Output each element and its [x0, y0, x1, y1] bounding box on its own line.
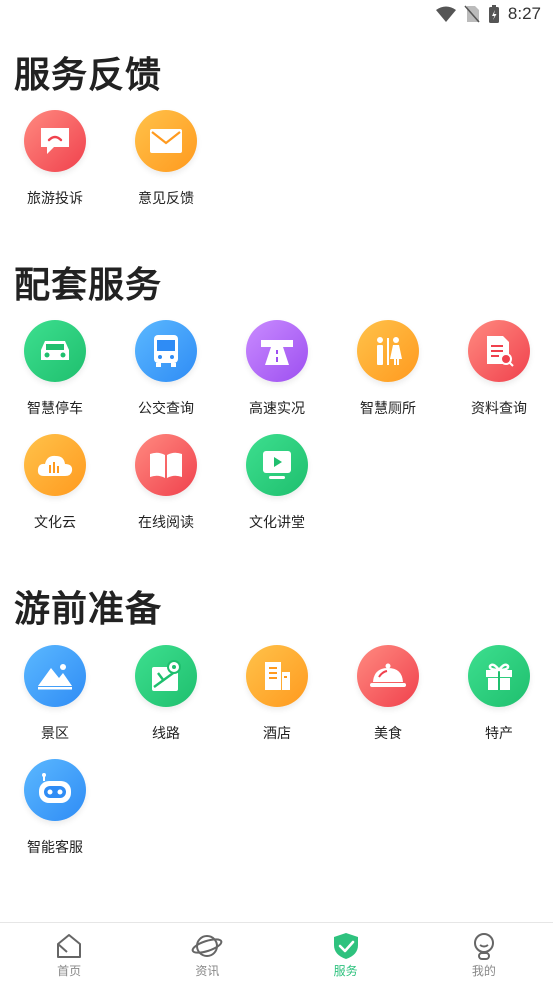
service-item-document-query[interactable]: 资料查询: [444, 320, 553, 418]
video-lecture-icon: [246, 434, 308, 496]
planet-icon: [192, 935, 223, 957]
shield-check-icon: [333, 933, 358, 959]
service-item-specialty[interactable]: 特产: [444, 645, 553, 743]
service-item-label: 在线阅读: [138, 515, 194, 531]
bus-icon: [135, 320, 197, 382]
service-item-label: 美食: [374, 726, 402, 742]
service-item-highway-status[interactable]: 高速实况: [222, 320, 332, 418]
status-bar: 8:27: [0, 0, 553, 32]
service-item-label: 文化云: [34, 515, 76, 531]
service-item-label: 智慧停车: [27, 401, 83, 417]
nav-profile[interactable]: 我的: [415, 923, 553, 983]
nav-news[interactable]: 资讯: [138, 923, 276, 983]
service-item-label: 智能客服: [27, 840, 83, 856]
service-item-label: 资料查询: [471, 401, 527, 417]
nav-profile-label: 我的: [471, 964, 496, 978]
nav-service[interactable]: 服务: [277, 923, 415, 983]
document-search-icon: [468, 320, 530, 382]
home-icon: [57, 934, 82, 958]
section-title-feedback: 服务反馈: [14, 55, 163, 96]
service-item-label: 文化讲堂: [249, 515, 305, 531]
section-title-support: 配套服务: [14, 265, 163, 306]
status-time: 8:27: [507, 4, 541, 23]
bottom-nav: 首页 资讯 服务 我的: [0, 922, 553, 983]
scenic-mountain-icon: [24, 645, 86, 707]
car-icon: [24, 320, 86, 382]
chat-complaint-icon: [24, 110, 86, 172]
service-item-label: 酒店: [263, 726, 291, 742]
nav-service-label: 服务: [333, 964, 358, 978]
food-cloche-icon: [357, 645, 419, 707]
service-item-scenic-area[interactable]: 景区: [0, 645, 110, 743]
service-item-label: 公交查询: [138, 401, 194, 417]
service-item-label: 意见反馈: [138, 191, 194, 207]
battery-icon: [488, 5, 499, 23]
service-item-route[interactable]: 线路: [111, 645, 221, 743]
service-item-label: 景区: [41, 726, 69, 742]
service-item-smart-restroom[interactable]: 智慧厕所: [333, 320, 443, 418]
service-item-culture-cloud[interactable]: 文化云: [0, 434, 110, 532]
service-item-online-reading[interactable]: 在线阅读: [111, 434, 221, 532]
nav-home-label: 首页: [57, 964, 82, 978]
section-title-trip-prep: 游前准备: [14, 589, 163, 630]
service-item-food[interactable]: 美食: [333, 645, 443, 743]
book-icon: [135, 434, 197, 496]
service-item-feedback[interactable]: 意见反馈: [111, 110, 221, 208]
service-item-tourism-complaint[interactable]: 旅游投诉: [0, 110, 110, 208]
restroom-icon: [357, 320, 419, 382]
service-item-hotel[interactable]: 酒店: [222, 645, 332, 743]
envelope-icon: [135, 110, 197, 172]
service-item-label: 旅游投诉: [27, 191, 83, 207]
service-item-label: 高速实况: [249, 401, 305, 417]
route-map-icon: [135, 645, 197, 707]
robot-icon: [24, 759, 86, 821]
service-item-label: 智慧厕所: [360, 401, 416, 417]
gift-icon: [468, 645, 530, 707]
service-item-smart-customer-service[interactable]: 智能客服: [0, 759, 110, 857]
profile-icon: [473, 933, 494, 960]
service-item-label: 线路: [152, 726, 180, 742]
service-item-bus-query[interactable]: 公交查询: [111, 320, 221, 418]
service-item-culture-lecture[interactable]: 文化讲堂: [222, 434, 332, 532]
culture-cloud-icon: [24, 434, 86, 496]
no-sim-icon: [464, 5, 480, 23]
hotel-building-icon: [246, 645, 308, 707]
nav-home[interactable]: 首页: [0, 923, 138, 983]
nav-news-label: 资讯: [195, 964, 220, 978]
highway-icon: [246, 320, 308, 382]
service-item-smart-parking[interactable]: 智慧停车: [0, 320, 110, 418]
service-item-label: 特产: [485, 726, 513, 742]
wifi-icon: [435, 6, 456, 22]
